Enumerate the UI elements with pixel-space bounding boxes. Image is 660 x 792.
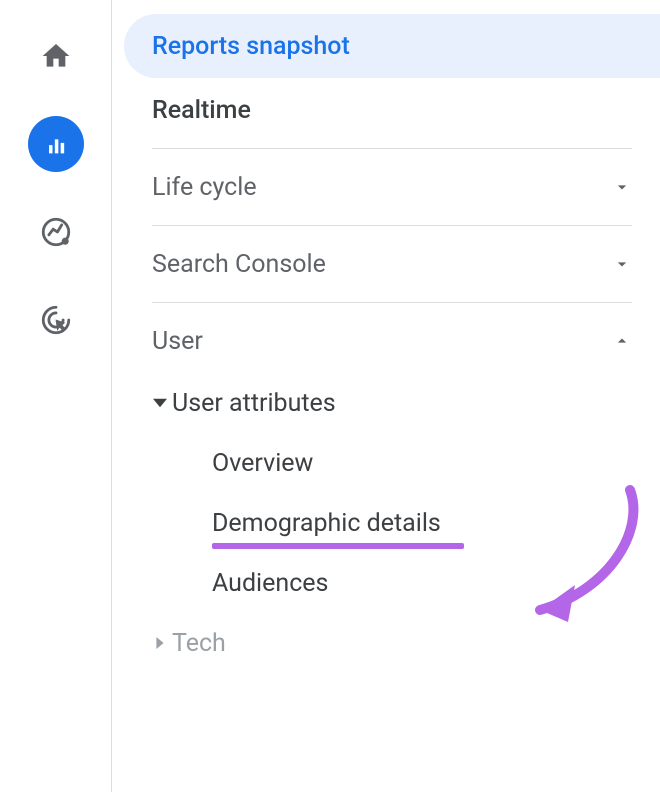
divider bbox=[152, 225, 632, 226]
nav-item-label: Realtime bbox=[152, 96, 251, 125]
nav-section-user[interactable]: User bbox=[124, 309, 660, 373]
nav-tech[interactable]: Tech bbox=[148, 613, 660, 673]
divider bbox=[152, 148, 632, 149]
caret-right-icon bbox=[148, 637, 172, 649]
nav-section-life-cycle[interactable]: Life cycle bbox=[124, 155, 660, 219]
rail-reports-button[interactable] bbox=[28, 116, 84, 172]
reports-nav-panel: Reports snapshot Realtime Life cycle Sea… bbox=[112, 0, 660, 792]
nav-item-label: Tech bbox=[172, 629, 226, 658]
user-attributes-children: Overview Demographic details Audiences bbox=[148, 433, 660, 613]
chevron-down-icon bbox=[612, 254, 632, 274]
nav-item-label: User attributes bbox=[172, 389, 336, 418]
nav-reports-snapshot[interactable]: Reports snapshot bbox=[124, 14, 660, 78]
home-icon bbox=[40, 40, 72, 72]
nav-item-label: Demographic details bbox=[212, 509, 441, 538]
icon-rail bbox=[0, 0, 112, 792]
rail-explore-button[interactable] bbox=[28, 204, 84, 260]
section-label: Life cycle bbox=[152, 173, 257, 202]
rail-advertising-button[interactable] bbox=[28, 292, 84, 348]
nav-item-label: Reports snapshot bbox=[152, 32, 350, 61]
nav-realtime[interactable]: Realtime bbox=[124, 78, 660, 142]
section-label: User bbox=[152, 327, 203, 356]
nav-overview[interactable]: Overview bbox=[212, 433, 660, 493]
nav-section-search-console[interactable]: Search Console bbox=[124, 232, 660, 296]
rail-home-button[interactable] bbox=[28, 28, 84, 84]
user-submenu: User attributes Overview Demographic det… bbox=[124, 373, 660, 673]
caret-down-icon bbox=[148, 396, 172, 410]
nav-audiences[interactable]: Audiences bbox=[212, 553, 660, 613]
nav-demographic-details[interactable]: Demographic details bbox=[212, 493, 660, 553]
chevron-up-icon bbox=[612, 331, 632, 351]
nav-item-label: Overview bbox=[212, 449, 313, 478]
highlight-underline bbox=[212, 543, 464, 549]
nav-user-attributes[interactable]: User attributes bbox=[148, 373, 660, 433]
section-label: Search Console bbox=[152, 250, 326, 279]
nav-item-label: Audiences bbox=[212, 569, 328, 598]
chevron-down-icon bbox=[612, 177, 632, 197]
target-click-icon bbox=[39, 303, 73, 337]
divider bbox=[152, 302, 632, 303]
bar-chart-icon bbox=[42, 130, 70, 158]
trend-circle-icon bbox=[39, 215, 73, 249]
